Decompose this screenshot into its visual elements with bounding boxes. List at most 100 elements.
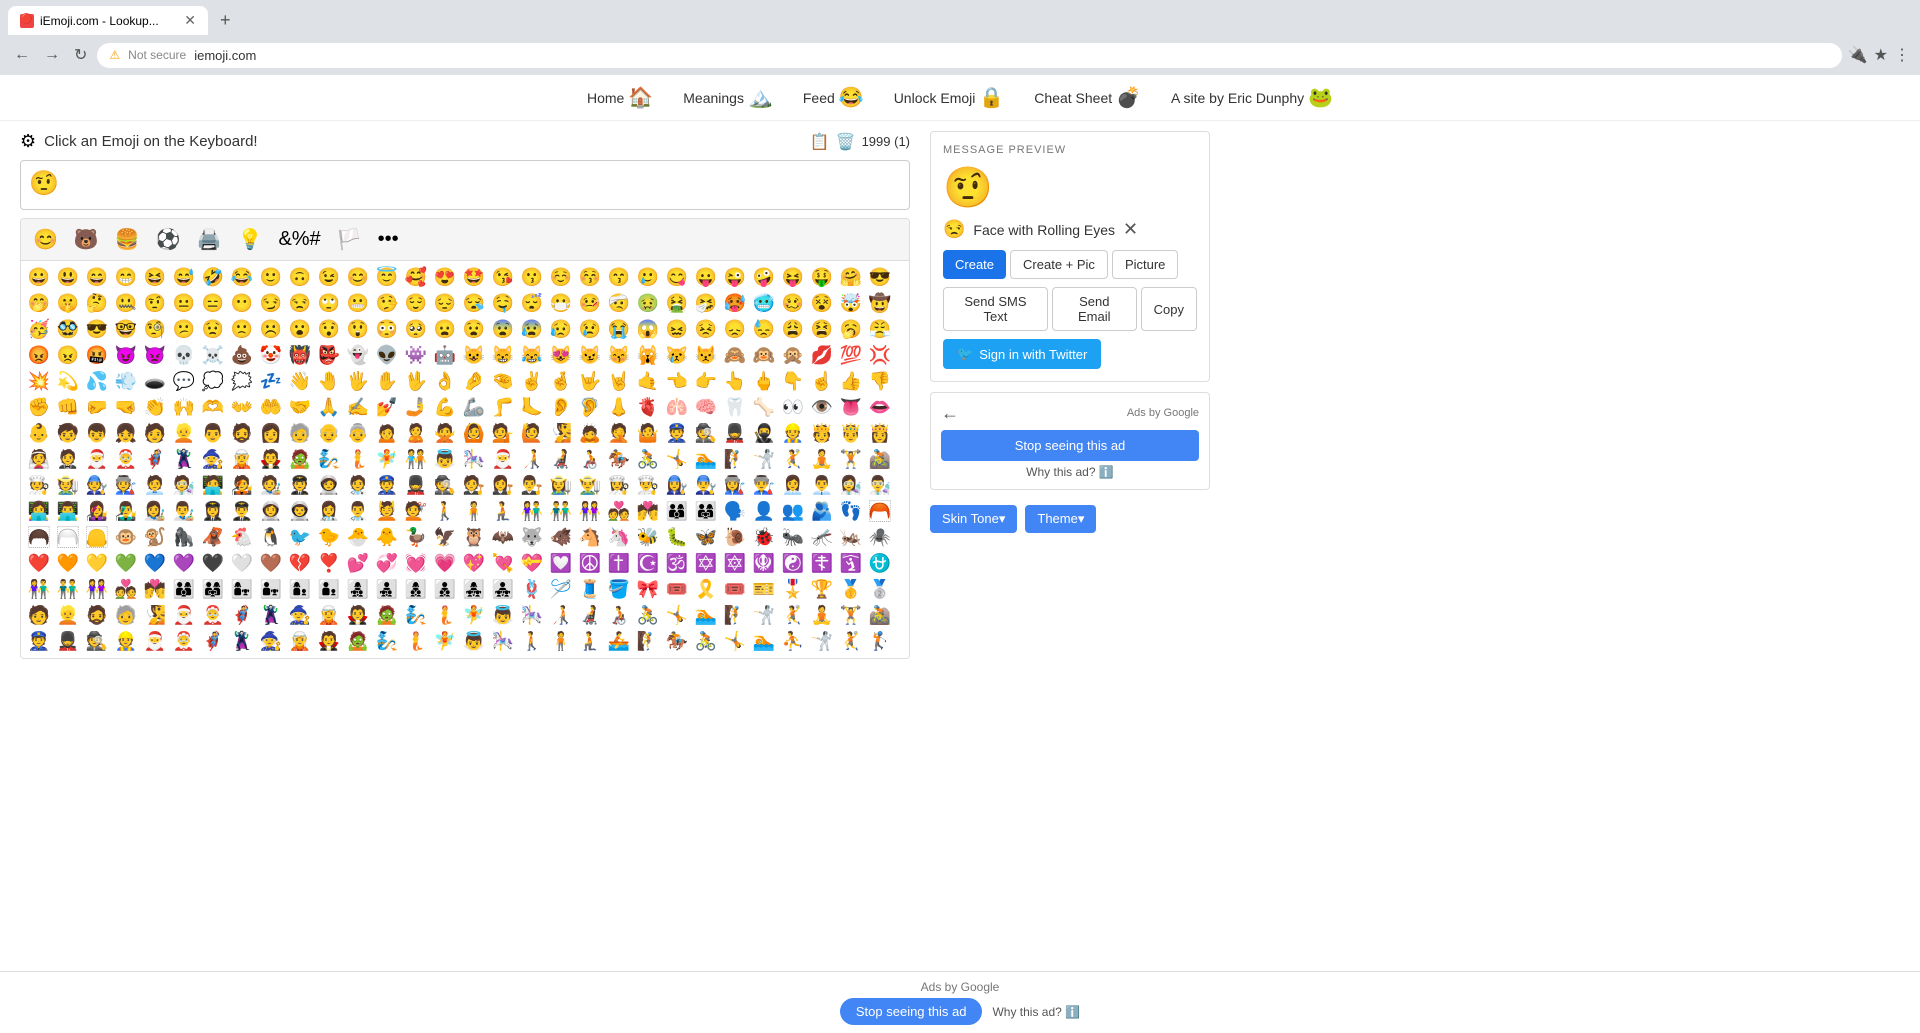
emoji-cell[interactable]: 🧑‍⚖️ [460, 473, 488, 498]
emoji-cell[interactable]: 👍 [837, 369, 865, 394]
emoji-cell[interactable]: 👩‍🌾 [547, 473, 575, 498]
emoji-cell[interactable]: 🧠 [692, 395, 720, 420]
emoji-cell[interactable]: 🙅 [431, 421, 459, 446]
emoji-cell[interactable]: 👩‍👦 [286, 577, 314, 602]
emoji-cell[interactable]: 🤝 [286, 395, 314, 420]
emoji-cell[interactable]: 🥱 [837, 317, 865, 342]
emoji-cell[interactable]: 💞 [373, 551, 401, 576]
emoji-cell[interactable]: 🤌 [460, 369, 488, 394]
emoji-cell[interactable]: 🤬 [83, 343, 111, 368]
emoji-cell[interactable]: 🤴 [837, 421, 865, 446]
send-sms-button[interactable]: Send SMS Text [943, 287, 1048, 331]
emoji-cell[interactable]: 👨‍👩‍👧 [199, 577, 227, 602]
emoji-cell[interactable]: 👩‍💼 [779, 473, 807, 498]
emoji-cell[interactable]: 🤾 [779, 603, 807, 628]
emoji-cell[interactable]: 🐌 [721, 525, 749, 550]
emoji-cell[interactable]: 🧵 [576, 577, 604, 602]
emoji-cell[interactable]: 🙊 [779, 343, 807, 368]
emoji-cell[interactable]: 🧟 [286, 447, 314, 472]
emoji-cell[interactable]: 👨‍👧 [257, 577, 285, 602]
nav-cheat-sheet[interactable]: Cheat Sheet 💣 [1034, 85, 1141, 110]
emoji-cell[interactable]: 😚 [576, 265, 604, 290]
emoji-cell[interactable]: 👩‍🚀 [257, 499, 285, 524]
emoji-cell[interactable]: 😤 [866, 317, 894, 342]
ads-nav-back[interactable]: ← [941, 403, 959, 424]
emoji-cell[interactable]: 🤕 [605, 291, 633, 316]
emoji-cell[interactable]: 🤳 [402, 395, 430, 420]
emoji-cell[interactable]: 🤢 [634, 291, 662, 316]
copy-button[interactable]: Copy [1141, 287, 1197, 331]
emoji-cell[interactable]: 💏 [634, 499, 662, 524]
emoji-cell[interactable]: 🕷️ [866, 525, 894, 550]
emoji-cell[interactable]: 😑 [199, 291, 227, 316]
emoji-cell[interactable]: 💘 [489, 551, 517, 576]
emoji-cell[interactable]: 🐗 [547, 525, 575, 550]
emoji-cell[interactable]: 🤍 [228, 551, 256, 576]
menu-button[interactable]: ⋮ [1894, 45, 1910, 65]
emoji-cell[interactable]: 🤺 [808, 629, 836, 654]
emoji-cell[interactable]: 👬 [54, 577, 82, 602]
emoji-cell[interactable]: 🥺 [402, 317, 430, 342]
emoji-cell[interactable]: 👆 [721, 369, 749, 394]
emoji-cell[interactable]: 🤸 [663, 447, 691, 472]
emoji-cell[interactable]: 😩 [779, 317, 807, 342]
back-button[interactable]: ← [10, 42, 34, 68]
emoji-cell[interactable]: 😥 [547, 317, 575, 342]
emoji-cell[interactable]: ☝️ [808, 369, 836, 394]
emoji-cell[interactable]: 😺 [460, 343, 488, 368]
emoji-cell[interactable]: 😐 [170, 291, 198, 316]
emoji-cell[interactable]: 👽 [373, 343, 401, 368]
emoji-cell[interactable]: 🤜 [112, 395, 140, 420]
emoji-cell[interactable]: 💂 [402, 473, 430, 498]
emoji-cell[interactable]: 🧍 [547, 629, 575, 654]
emoji-cell[interactable]: 🏌️ [866, 629, 894, 654]
emoji-cell[interactable]: 🧑‍💼 [141, 473, 169, 498]
emoji-cell[interactable]: 🐺 [518, 525, 546, 550]
emoji-cell[interactable]: 🤗 [837, 265, 865, 290]
emoji-cell[interactable]: 👷 [112, 629, 140, 654]
emoji-cell[interactable]: 🤩 [460, 265, 488, 290]
emoji-cell[interactable]: 🦸 [228, 603, 256, 628]
nav-feed[interactable]: Feed 😂 [803, 85, 864, 110]
emoji-cell[interactable]: 🧟 [373, 603, 401, 628]
emoji-cell[interactable]: 🐤 [315, 525, 343, 550]
emoji-cell[interactable]: 🏊 [692, 447, 720, 472]
emoji-cell[interactable]: 🤞 [547, 369, 575, 394]
emoji-cell[interactable]: 🧑‍🦽 [576, 447, 604, 472]
emoji-cell[interactable]: 👀 [779, 395, 807, 420]
emoji-cell[interactable]: 🧑‍🦯 [518, 447, 546, 472]
emoji-cell[interactable]: 👣 [837, 499, 865, 524]
emoji-cell[interactable]: 🚵 [866, 447, 894, 472]
emoji-cell[interactable]: 🤺 [750, 603, 778, 628]
emoji-cell[interactable]: 👉 [692, 369, 720, 394]
emoji-cell[interactable]: 💁 [489, 421, 517, 446]
emoji-cell[interactable]: 🧑‍🤝‍🧑 [402, 447, 430, 472]
emoji-cell[interactable]: 🧑‍🔬 [170, 473, 198, 498]
emoji-cell[interactable]: 🧎 [489, 499, 517, 524]
emoji-cell[interactable]: 🧛 [315, 629, 343, 654]
emoji-cell[interactable]: 👈 [663, 369, 691, 394]
emoji-cell[interactable]: 🙄 [315, 291, 343, 316]
send-email-button[interactable]: Send Email [1052, 287, 1137, 331]
emoji-cell[interactable]: 🖕 [750, 369, 778, 394]
emoji-cell[interactable]: 🧑‍⚕️ [344, 473, 372, 498]
emoji-cell[interactable]: 🤧 [692, 291, 720, 316]
emoji-cell[interactable]: 🤙 [634, 369, 662, 394]
emoji-cell[interactable]: 🧑‍🎨 [257, 473, 285, 498]
emoji-cell[interactable]: 🤷 [634, 421, 662, 446]
nav-unlock-emoji[interactable]: Unlock Emoji 🔒 [894, 85, 1005, 110]
emoji-cell[interactable]: 💦 [83, 369, 111, 394]
emoji-cell[interactable]: 💪 [431, 395, 459, 420]
emoji-cell[interactable]: 👨‍👧‍👧 [489, 577, 517, 602]
emoji-cell[interactable]: 🧔 [83, 603, 111, 628]
emoji-cell[interactable]: 🤚 [315, 369, 343, 394]
emoji-cell[interactable]: 😹 [518, 343, 546, 368]
emoji-cell[interactable]: 😓 [750, 317, 778, 342]
emoji-cell[interactable]: 🧓 [112, 603, 140, 628]
emoji-cell[interactable]: 💯 [837, 343, 865, 368]
emoji-cell[interactable]: 😣 [692, 317, 720, 342]
emoji-cell[interactable]: 🐜 [779, 525, 807, 550]
emoji-cell[interactable]: 👼 [489, 603, 517, 628]
emoji-cell[interactable]: 👏 [141, 395, 169, 420]
emoji-cell[interactable]: 😋 [663, 265, 691, 290]
